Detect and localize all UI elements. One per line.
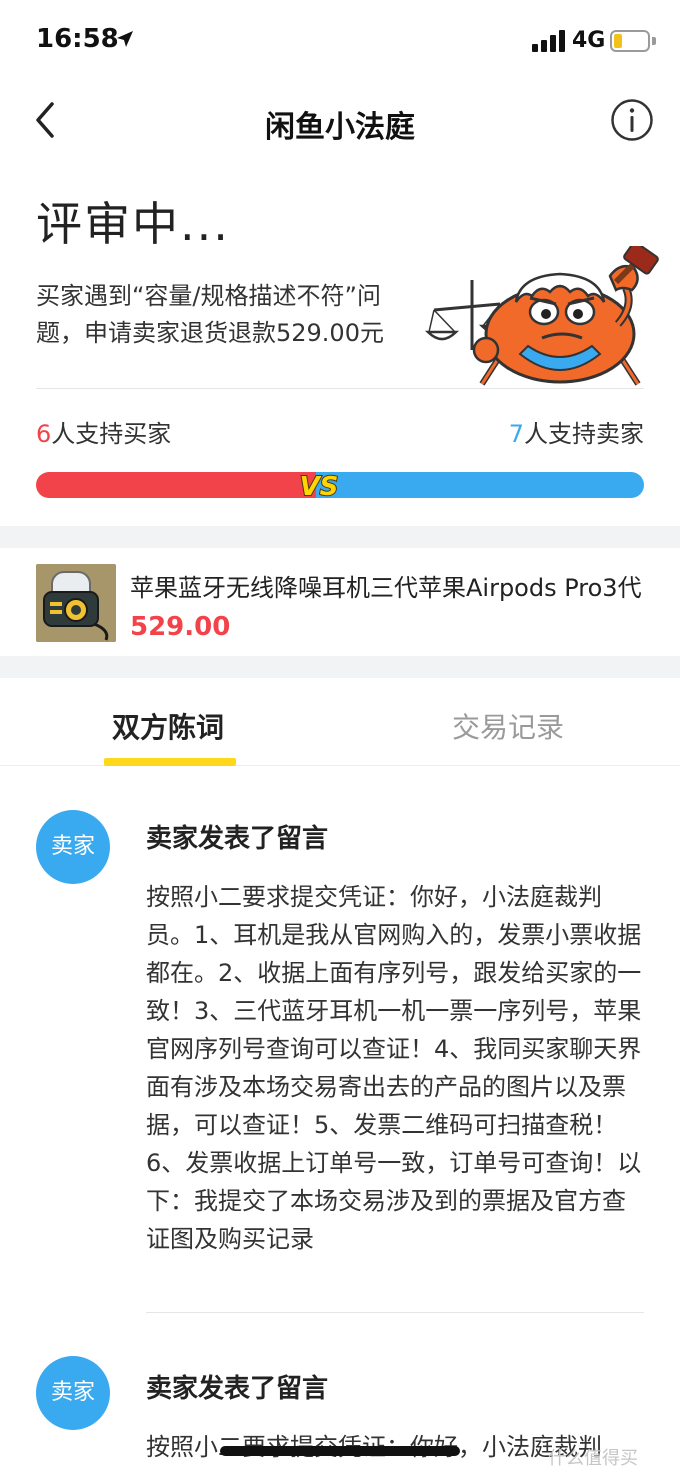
vs-badge: VS: [299, 471, 340, 502]
seller-count: 7: [508, 420, 524, 448]
tab-statements[interactable]: 双方陈词: [112, 706, 224, 746]
signal-strength-icon: [532, 30, 565, 52]
avatar: 卖家: [36, 1356, 110, 1430]
buyer-label: 人支持买家: [51, 420, 172, 448]
page-title: 闲鱼小法庭: [265, 110, 415, 145]
network-type: 4G: [572, 28, 606, 53]
product-card[interactable]: 苹果蓝牙无线降噪耳机三代苹果Airpods Pro3代 529.00: [0, 548, 680, 656]
crab-judge-illustration: [424, 246, 659, 386]
battery-level: [614, 34, 622, 48]
battery-cap: [652, 37, 656, 45]
product-thumbnail: [36, 564, 116, 642]
section-gap: [0, 526, 680, 548]
battery-icon: [610, 30, 650, 52]
seller-label: 人支持卖家: [524, 420, 644, 448]
review-status: 评审中...: [36, 197, 230, 251]
buyer-count: 6: [36, 420, 52, 448]
message-title: 卖家发表了留言: [146, 824, 329, 854]
message-divider: [146, 1312, 644, 1313]
product-title: 苹果蓝牙无线降噪耳机三代苹果Airpods Pro3代: [130, 574, 642, 602]
watermark: 什么值得买: [548, 1448, 638, 1469]
section-divider: [36, 388, 644, 389]
tab-transaction-records[interactable]: 交易记录: [452, 706, 564, 746]
info-icon[interactable]: [610, 98, 654, 142]
location-arrow-icon: [117, 31, 133, 47]
nav-bar: 闲鱼小法庭: [0, 84, 680, 158]
message-body: 按照小二要求提交凭证：你好，小法庭裁判员。1、耳机是我从官网购入的，发票小票收据…: [146, 883, 642, 1253]
buyer-vote-fill: [36, 472, 316, 498]
buyer-support-count: 6人支持买家: [36, 414, 171, 449]
seller-support-count: 7人支持卖家: [509, 414, 644, 449]
seller-vote-fill: [315, 472, 644, 498]
section-gap: [0, 656, 680, 678]
home-indicator: [220, 1446, 460, 1456]
case-description: 买家遇到“容量/规格描述不符”问题，申请卖家退货退款529.00元: [36, 282, 384, 347]
product-price: 529.00: [130, 612, 231, 642]
active-tab-indicator: [104, 758, 236, 766]
status-bar: 16:58 4G: [0, 0, 680, 84]
product-image: [36, 564, 116, 642]
status-time: 16:58: [36, 24, 119, 54]
message-title: 卖家发表了留言: [146, 1374, 329, 1404]
tab-bar: 双方陈词 交易记录: [0, 678, 680, 766]
vs-label: VS: [300, 472, 339, 502]
avatar: 卖家: [36, 810, 110, 884]
